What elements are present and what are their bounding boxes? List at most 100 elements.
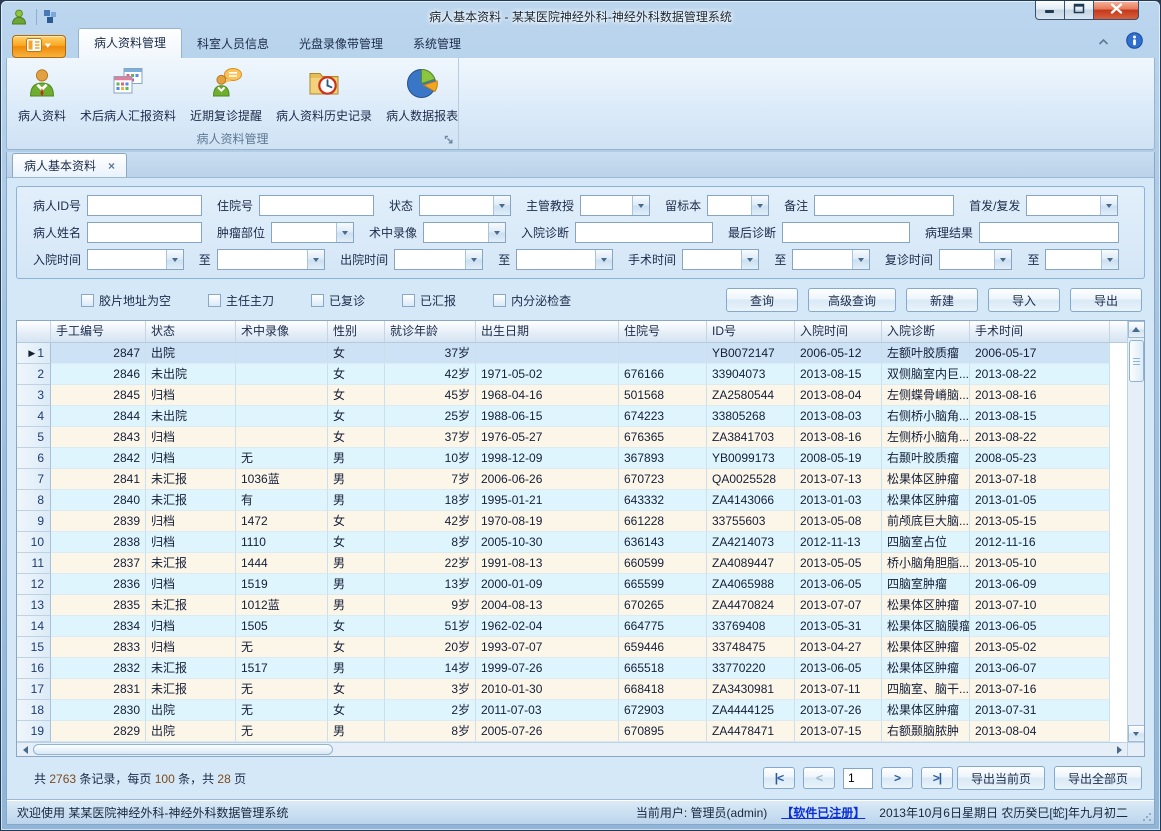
patient-id-input[interactable] [87, 195, 202, 216]
ribbon-tab-patient-data-management[interactable]: 病人资料管理 [78, 28, 182, 58]
table-row-9[interactable]: 92839归档1472女42岁1970-08-19661228337556032… [17, 511, 1127, 532]
import-button[interactable]: 导入 [988, 288, 1060, 312]
application-menu-button[interactable] [12, 35, 66, 58]
chief-professor-combo[interactable] [580, 195, 650, 216]
info-icon[interactable] [1126, 32, 1143, 52]
page-number-input[interactable] [843, 768, 873, 789]
prev-page-button[interactable]: < [803, 767, 835, 789]
horizontal-scrollbar[interactable] [17, 742, 1144, 756]
table-row-15[interactable]: 152833归档无女20岁1993-07-0765944633748475201… [17, 637, 1127, 658]
table-row-16[interactable]: 162832未汇报1517男14岁1999-07-266655183377022… [17, 658, 1127, 679]
table-row-7[interactable]: 72841未汇报1036蓝男7岁2006-06-26670723QA002552… [17, 469, 1127, 490]
chief-professor-dropdown-button[interactable] [632, 196, 649, 215]
export-all-pages-button[interactable]: 导出全部页 [1054, 766, 1142, 790]
column-header-gender[interactable]: 性别 [328, 321, 385, 342]
vertical-scroll-track[interactable] [1128, 382, 1144, 725]
specimen-kept-combo[interactable] [707, 195, 769, 216]
advanced-query-button[interactable]: 高级查询 [808, 288, 896, 312]
license-registered-link[interactable]: 【软件已注册】 [781, 804, 865, 821]
table-row-3[interactable]: 32845归档女45岁1968-04-16501568ZA25805442013… [17, 385, 1127, 406]
row-header-11[interactable]: 11 [17, 553, 51, 574]
column-header-visit-age[interactable]: 就诊年龄 [385, 321, 476, 342]
column-header-admission-diagnosis[interactable]: 入院诊断 [882, 321, 970, 342]
next-page-button[interactable]: > [881, 767, 913, 789]
ribbon-button-recent-followup-reminder[interactable]: 近期复诊提醒 [183, 63, 269, 127]
column-header-row-header[interactable] [17, 321, 51, 342]
checkbox-revisited[interactable]: 已复诊 [311, 292, 365, 309]
resize-grip[interactable] [1142, 812, 1151, 821]
row-header-10[interactable]: 10 [17, 532, 51, 553]
table-row-12[interactable]: 122836归档1519男13岁2000-01-09665599ZA406598… [17, 574, 1127, 595]
scroll-down-button[interactable] [1128, 725, 1145, 742]
collapse-ribbon-icon[interactable] [1097, 35, 1110, 49]
dialog-launcher-icon[interactable] [443, 134, 455, 146]
admission-no-input[interactable] [259, 195, 374, 216]
ribbon-tab-department-staff-info[interactable]: 科室人员信息 [182, 30, 284, 58]
checkbox-film-address-empty[interactable]: 胶片地址为空 [81, 292, 171, 309]
intraop-video-combo[interactable] [423, 222, 506, 243]
row-header-7[interactable]: 7 [17, 469, 51, 490]
column-header-surgery-time[interactable]: 手术时间 [970, 321, 1110, 342]
followup-time-from-combo[interactable] [939, 249, 1013, 270]
row-header-18[interactable]: 18 [17, 700, 51, 721]
query-button[interactable]: 查询 [726, 288, 798, 312]
ribbon-tab-system-management[interactable]: 系统管理 [398, 30, 476, 58]
row-header-13[interactable]: 13 [17, 595, 51, 616]
table-row-17[interactable]: 172831未汇报无女3岁2010-01-30668418ZA343098120… [17, 679, 1127, 700]
ribbon-button-postop-report-data[interactable]: 术后病人汇报资料 [73, 63, 183, 127]
surgery-time-to-combo[interactable] [792, 249, 869, 270]
table-row-10[interactable]: 102838归档1110女8岁2005-10-30636143ZA4214073… [17, 532, 1127, 553]
export-button[interactable]: 导出 [1070, 288, 1142, 312]
row-header-4[interactable]: 4 [17, 406, 51, 427]
final-diagnosis-input[interactable] [782, 222, 910, 243]
admission-diagnosis-input[interactable] [575, 222, 713, 243]
row-header-15[interactable]: 15 [17, 637, 51, 658]
surgery-time-to-dropdown-button[interactable] [852, 250, 869, 269]
ribbon-tab-disc-tape-management[interactable]: 光盘录像带管理 [284, 30, 398, 58]
minimize-button[interactable] [1035, 1, 1065, 20]
quick-access-icon[interactable] [43, 9, 58, 24]
close-button[interactable] [1093, 1, 1139, 20]
followup-time-from-dropdown-button[interactable] [994, 250, 1011, 269]
document-tab-patient-basic-info[interactable]: 病人基本资料 × [12, 153, 127, 177]
table-row-5[interactable]: 52843归档女37岁1976-05-27676365ZA38417032013… [17, 427, 1127, 448]
table-row-11[interactable]: 112837未汇报1444男22岁1991-08-13660599ZA40894… [17, 553, 1127, 574]
intraop-video-dropdown-button[interactable] [488, 223, 505, 242]
patient-name-input[interactable] [87, 222, 202, 243]
row-header-12[interactable]: 12 [17, 574, 51, 595]
admission-time-to-combo[interactable] [217, 249, 325, 270]
row-header-2[interactable]: 2 [17, 364, 51, 385]
row-header-19[interactable]: 19 [17, 721, 51, 742]
discharge-time-to-combo[interactable] [516, 249, 613, 270]
new-button[interactable]: 新建 [906, 288, 978, 312]
row-header-17[interactable]: 17 [17, 679, 51, 700]
horizontal-scroll-thumb[interactable] [33, 744, 333, 755]
export-current-page-button[interactable]: 导出当前页 [957, 766, 1045, 790]
admission-time-from-combo[interactable] [87, 249, 184, 270]
checkbox-reported[interactable]: 已汇报 [402, 292, 456, 309]
followup-time-to-combo[interactable] [1045, 249, 1119, 270]
status-dropdown-button[interactable] [493, 196, 510, 215]
column-header-patient-id[interactable]: ID号 [707, 321, 795, 342]
table-row-18[interactable]: 182830出院无女2岁2011-07-03672903ZA4444125201… [17, 700, 1127, 721]
column-header-manual-no[interactable]: 手工编号 [51, 321, 146, 342]
surgery-time-from-dropdown-button[interactable] [741, 250, 758, 269]
checkbox-endocrine-exam[interactable]: 内分泌检查 [493, 292, 571, 309]
app-logo-icon[interactable] [10, 8, 28, 26]
table-row-6[interactable]: 62842归档无男10岁1998-12-09367893YB0099173200… [17, 448, 1127, 469]
discharge-time-from-dropdown-button[interactable] [465, 250, 482, 269]
maximize-button[interactable] [1065, 1, 1093, 20]
tumor-site-combo[interactable] [271, 222, 354, 243]
ribbon-button-patient-data-history[interactable]: 病人资料历史记录 [269, 63, 379, 127]
admission-time-to-dropdown-button[interactable] [307, 250, 324, 269]
table-row-19[interactable]: 192829出院无男8岁2005-07-26670895ZA4478471201… [17, 721, 1127, 742]
column-header-birth-date[interactable]: 出生日期 [476, 321, 619, 342]
table-row-13[interactable]: 132835未汇报1012蓝男9岁2004-08-13670265ZA44708… [17, 595, 1127, 616]
scroll-left-button[interactable] [17, 743, 33, 756]
specimen-kept-dropdown-button[interactable] [751, 196, 768, 215]
discharge-time-to-dropdown-button[interactable] [595, 250, 612, 269]
followup-time-to-dropdown-button[interactable] [1101, 250, 1118, 269]
table-row-8[interactable]: 82840未汇报有男18岁1995-01-21643332ZA414306620… [17, 490, 1127, 511]
column-header-admission-no[interactable]: 住院号 [619, 321, 707, 342]
pathology-result-input[interactable] [979, 222, 1119, 243]
